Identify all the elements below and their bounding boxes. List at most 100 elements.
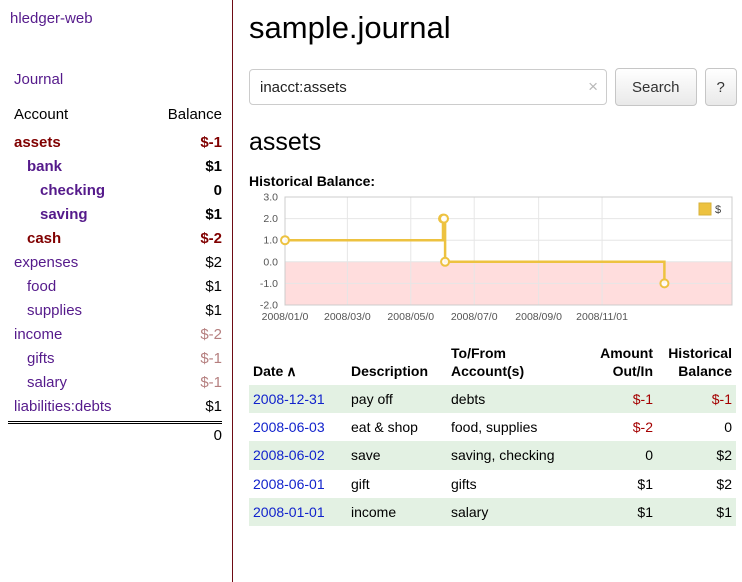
register-amount: $-2 bbox=[571, 413, 657, 441]
register-date-link[interactable]: 2008-01-01 bbox=[253, 504, 325, 520]
account-link[interactable]: saving bbox=[40, 203, 88, 227]
account-balance: $-2 bbox=[200, 323, 222, 347]
balance-header-line2: Balance bbox=[678, 363, 732, 379]
account-row: bank $1 bbox=[8, 155, 222, 179]
register-description: income bbox=[347, 498, 447, 526]
search-input[interactable] bbox=[249, 69, 607, 105]
account-row: supplies $1 bbox=[8, 299, 222, 323]
account-row: income $-2 bbox=[8, 323, 222, 347]
accounts-table-header: Account Balance bbox=[8, 106, 222, 123]
register-balance: $2 bbox=[657, 470, 736, 498]
svg-text:2008/07/0: 2008/07/0 bbox=[451, 311, 498, 323]
register-description: eat & shop bbox=[347, 413, 447, 441]
account-balance: $1 bbox=[205, 203, 222, 227]
svg-text:2008/11/01: 2008/11/01 bbox=[576, 311, 628, 323]
account-row: liabilities:debts $1 bbox=[8, 395, 222, 419]
search-box: × bbox=[249, 69, 607, 105]
account-link[interactable]: gifts bbox=[27, 347, 55, 371]
account-row: salary $-1 bbox=[8, 371, 222, 395]
account-heading: assets bbox=[249, 128, 737, 157]
register-date-link[interactable]: 2008-12-31 bbox=[253, 391, 325, 407]
account-row: assets $-1 bbox=[8, 131, 222, 155]
search-button[interactable]: Search bbox=[615, 68, 697, 106]
register-description: save bbox=[347, 441, 447, 469]
historical-balance-chart: 3.02.01.00.0-1.0-2.02008/01/02008/03/020… bbox=[249, 193, 736, 333]
account-link[interactable]: liabilities:debts bbox=[14, 395, 112, 419]
register-balance: 0 bbox=[657, 413, 736, 441]
sort-asc-icon: ∧ bbox=[286, 363, 296, 379]
register-date-link[interactable]: 2008-06-02 bbox=[253, 447, 325, 463]
account-link[interactable]: bank bbox=[27, 155, 62, 179]
register-date-link[interactable]: 2008-06-01 bbox=[253, 476, 325, 492]
register-header-date[interactable]: Date∧ bbox=[249, 343, 347, 385]
svg-text:2008/05/0: 2008/05/0 bbox=[387, 311, 434, 323]
accounts-table: Account Balance assets $-1 bank $1 check… bbox=[8, 106, 222, 448]
register-accounts: salary bbox=[447, 498, 571, 526]
register-header-description: Description bbox=[347, 343, 447, 385]
account-column-header: Account bbox=[8, 106, 68, 123]
account-row: expenses $2 bbox=[8, 251, 222, 275]
account-link[interactable]: assets bbox=[14, 131, 61, 155]
help-button[interactable]: ? bbox=[705, 68, 737, 106]
register-date-link[interactable]: 2008-06-03 bbox=[253, 419, 325, 435]
sidebar-item-journal[interactable]: Journal bbox=[14, 71, 222, 88]
svg-text:0.0: 0.0 bbox=[263, 256, 278, 268]
svg-text:-1.0: -1.0 bbox=[260, 278, 278, 290]
account-link[interactable]: food bbox=[27, 275, 56, 299]
register-description: gift bbox=[347, 470, 447, 498]
register-amount: 0 bbox=[571, 441, 657, 469]
register-accounts: food, supplies bbox=[447, 413, 571, 441]
register-header-balance: Historical Balance bbox=[657, 343, 736, 385]
register-row: 2008-12-31 pay off debts $-1 $-1 bbox=[249, 385, 736, 413]
account-link[interactable]: income bbox=[14, 323, 62, 347]
register-amount: $-1 bbox=[571, 385, 657, 413]
balance-header-line1: Historical bbox=[668, 345, 732, 361]
description-header-label: Description bbox=[351, 363, 428, 379]
accounts-total-value: 0 bbox=[214, 427, 222, 444]
account-balance: 0 bbox=[214, 179, 222, 203]
page-title: sample.journal bbox=[249, 10, 737, 46]
register-row: 2008-01-01 income salary $1 $1 bbox=[249, 498, 736, 526]
account-link[interactable]: salary bbox=[27, 371, 67, 395]
account-row: checking 0 bbox=[8, 179, 222, 203]
main-content: sample.journal × Search ? assets Histori… bbox=[233, 0, 742, 582]
register-table: Date∧ Description To/From Account(s) Amo… bbox=[249, 343, 736, 526]
accounts-total: 0 bbox=[8, 421, 222, 448]
register-description: pay off bbox=[347, 385, 447, 413]
account-balance: $1 bbox=[205, 395, 222, 419]
svg-text:1.0: 1.0 bbox=[263, 235, 278, 247]
svg-text:2008/09/0: 2008/09/0 bbox=[515, 311, 562, 323]
hledger-web-app: hledger-web Journal Account Balance asse… bbox=[0, 0, 742, 582]
register-balance: $1 bbox=[657, 498, 736, 526]
account-row: gifts $-1 bbox=[8, 347, 222, 371]
accounts-header-line2: Account(s) bbox=[451, 363, 524, 379]
account-link[interactable]: cash bbox=[27, 227, 61, 251]
account-balance: $1 bbox=[205, 155, 222, 179]
amount-header-line2: Out/In bbox=[613, 363, 653, 379]
register-amount: $1 bbox=[571, 470, 657, 498]
app-title-link[interactable]: hledger-web bbox=[10, 10, 222, 27]
account-link[interactable]: checking bbox=[40, 179, 105, 203]
register-accounts: saving, checking bbox=[447, 441, 571, 469]
account-link[interactable]: supplies bbox=[27, 299, 82, 323]
svg-text:3.0: 3.0 bbox=[263, 193, 278, 204]
clear-search-icon[interactable]: × bbox=[588, 78, 598, 95]
account-balance: $1 bbox=[205, 275, 222, 299]
account-balance: $-1 bbox=[200, 347, 222, 371]
account-link[interactable]: expenses bbox=[14, 251, 78, 275]
register-balance: $2 bbox=[657, 441, 736, 469]
register-row: 2008-06-02 save saving, checking 0 $2 bbox=[249, 441, 736, 469]
account-balance: $-2 bbox=[200, 227, 222, 251]
accounts-header-line1: To/From bbox=[451, 345, 506, 361]
svg-text:2008/01/0: 2008/01/0 bbox=[262, 311, 309, 323]
register-amount: $1 bbox=[571, 498, 657, 526]
register-header-amount: Amount Out/In bbox=[571, 343, 657, 385]
search-form: × Search ? bbox=[249, 68, 737, 106]
account-balance: $-1 bbox=[200, 131, 222, 155]
amount-header-line1: Amount bbox=[600, 345, 653, 361]
register-accounts: gifts bbox=[447, 470, 571, 498]
register-accounts: debts bbox=[447, 385, 571, 413]
account-row: cash $-2 bbox=[8, 227, 222, 251]
account-row: food $1 bbox=[8, 275, 222, 299]
register-header-accounts: To/From Account(s) bbox=[447, 343, 571, 385]
